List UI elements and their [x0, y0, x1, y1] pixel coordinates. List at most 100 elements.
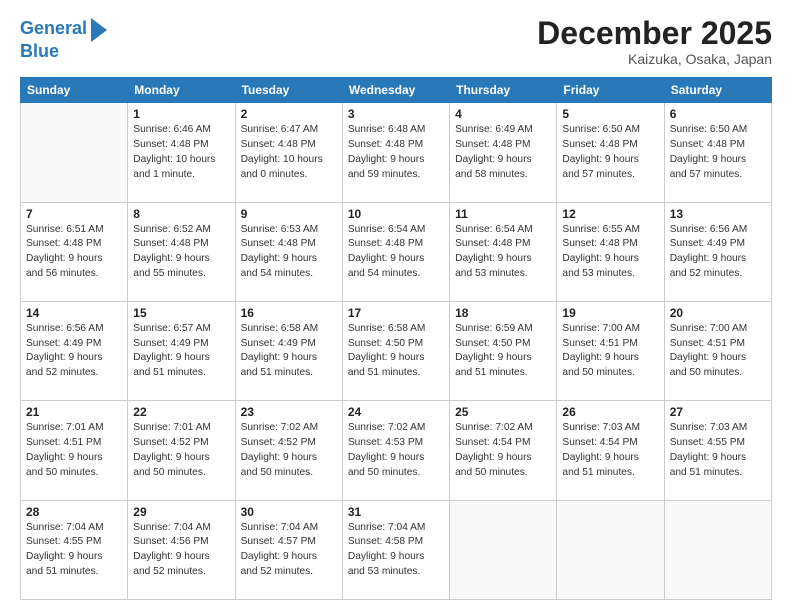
day-number: 22 [133, 405, 229, 419]
day-number: 24 [348, 405, 444, 419]
day-info: Sunrise: 7:04 AMSunset: 4:55 PMDaylight:… [26, 521, 122, 580]
weekday-header-sunday: Sunday [21, 78, 128, 103]
logo-text: General [20, 19, 87, 39]
calendar-cell: 31 Sunrise: 7:04 AMSunset: 4:58 PMDayligh… [342, 500, 449, 599]
weekday-header-row: SundayMondayTuesdayWednesdayThursdayFrid… [21, 78, 772, 103]
day-info: Sunrise: 6:54 AMSunset: 4:48 PMDaylight:… [348, 223, 444, 282]
weekday-header-friday: Friday [557, 78, 664, 103]
day-info: Sunrise: 7:02 AMSunset: 4:53 PMDaylight:… [348, 421, 444, 480]
weekday-header-saturday: Saturday [664, 78, 771, 103]
weekday-header-thursday: Thursday [450, 78, 557, 103]
calendar-cell: 19 Sunrise: 7:00 AMSunset: 4:51 PMDayligh… [557, 301, 664, 400]
day-info: Sunrise: 7:03 AMSunset: 4:54 PMDaylight:… [562, 421, 658, 480]
weekday-header-wednesday: Wednesday [342, 78, 449, 103]
calendar-cell [664, 500, 771, 599]
day-info: Sunrise: 6:58 AMSunset: 4:49 PMDaylight:… [241, 322, 337, 381]
day-info: Sunrise: 6:57 AMSunset: 4:49 PMDaylight:… [133, 322, 229, 381]
day-number: 8 [133, 207, 229, 221]
calendar-cell: 4 Sunrise: 6:49 AMSunset: 4:48 PMDaylight… [450, 103, 557, 202]
calendar-cell: 18 Sunrise: 6:59 AMSunset: 4:50 PMDayligh… [450, 301, 557, 400]
day-info: Sunrise: 6:59 AMSunset: 4:50 PMDaylight:… [455, 322, 551, 381]
calendar-cell: 6Sunrise: 6:50 AMSunset: 4:48 PMDaylight… [664, 103, 771, 202]
week-row-5: 28 Sunrise: 7:04 AMSunset: 4:55 PMDayligh… [21, 500, 772, 599]
day-number: 23 [241, 405, 337, 419]
calendar-cell: 10Sunrise: 6:54 AMSunset: 4:48 PMDayligh… [342, 202, 449, 301]
calendar-cell: 20Sunrise: 7:00 AMSunset: 4:51 PMDayligh… [664, 301, 771, 400]
day-number: 15 [133, 306, 229, 320]
page: General Blue December 2025 Kaizuka, Osak… [0, 0, 792, 612]
calendar-cell: 11Sunrise: 6:54 AMSunset: 4:48 PMDayligh… [450, 202, 557, 301]
logo: General Blue [20, 16, 107, 62]
day-info: Sunrise: 7:00 AMSunset: 4:51 PMDaylight:… [562, 322, 658, 381]
calendar-cell: 12Sunrise: 6:55 AMSunset: 4:48 PMDayligh… [557, 202, 664, 301]
day-number: 3 [348, 107, 444, 121]
day-number: 7 [26, 207, 122, 221]
calendar-cell: 29 Sunrise: 7:04 AMSunset: 4:56 PMDayligh… [128, 500, 235, 599]
calendar-cell: 3Sunrise: 6:48 AMSunset: 4:48 PMDaylight… [342, 103, 449, 202]
day-number: 13 [670, 207, 766, 221]
day-info: Sunrise: 6:46 AMSunset: 4:48 PMDaylight:… [133, 123, 229, 182]
day-number: 26 [562, 405, 658, 419]
day-number: 29 [133, 505, 229, 519]
day-number: 31 [348, 505, 444, 519]
day-info: Sunrise: 6:49 AMSunset: 4:48 PMDaylight:… [455, 123, 551, 182]
calendar-cell: 24 Sunrise: 7:02 AMSunset: 4:53 PMDayligh… [342, 401, 449, 500]
calendar-cell: 7 Sunrise: 6:51 AMSunset: 4:48 PMDaylight… [21, 202, 128, 301]
day-number: 16 [241, 306, 337, 320]
calendar-cell: 21Sunrise: 7:01 AMSunset: 4:51 PMDayligh… [21, 401, 128, 500]
header: General Blue December 2025 Kaizuka, Osak… [20, 16, 772, 67]
calendar-cell: 2Sunrise: 6:47 AMSunset: 4:48 PMDaylight… [235, 103, 342, 202]
calendar-cell: 23Sunrise: 7:02 AMSunset: 4:52 PMDayligh… [235, 401, 342, 500]
day-number: 21 [26, 405, 122, 419]
day-number: 27 [670, 405, 766, 419]
week-row-1: 1Sunrise: 6:46 AMSunset: 4:48 PMDaylight… [21, 103, 772, 202]
day-info: Sunrise: 6:56 AMSunset: 4:49 PMDaylight:… [26, 322, 122, 381]
calendar-cell: 14Sunrise: 6:56 AMSunset: 4:49 PMDayligh… [21, 301, 128, 400]
day-info: Sunrise: 6:58 AMSunset: 4:50 PMDaylight:… [348, 322, 444, 381]
day-number: 30 [241, 505, 337, 519]
day-info: Sunrise: 6:56 AMSunset: 4:49 PMDaylight:… [670, 223, 766, 282]
day-info: Sunrise: 7:01 AMSunset: 4:52 PMDaylight:… [133, 421, 229, 480]
day-number: 28 [26, 505, 122, 519]
logo-subtext: Blue [20, 42, 107, 62]
title-block: December 2025 Kaizuka, Osaka, Japan [537, 16, 772, 67]
day-number: 25 [455, 405, 551, 419]
day-info: Sunrise: 6:55 AMSunset: 4:48 PMDaylight:… [562, 223, 658, 282]
week-row-2: 7 Sunrise: 6:51 AMSunset: 4:48 PMDaylight… [21, 202, 772, 301]
calendar-body: 1Sunrise: 6:46 AMSunset: 4:48 PMDaylight… [21, 103, 772, 600]
day-number: 6 [670, 107, 766, 121]
calendar-cell [557, 500, 664, 599]
day-number: 4 [455, 107, 551, 121]
calendar-cell: 17 Sunrise: 6:58 AMSunset: 4:50 PMDayligh… [342, 301, 449, 400]
calendar-cell: 27Sunrise: 7:03 AMSunset: 4:55 PMDayligh… [664, 401, 771, 500]
calendar-cell: 30 Sunrise: 7:04 AMSunset: 4:57 PMDayligh… [235, 500, 342, 599]
day-number: 11 [455, 207, 551, 221]
day-info: Sunrise: 6:53 AMSunset: 4:48 PMDaylight:… [241, 223, 337, 282]
weekday-header-tuesday: Tuesday [235, 78, 342, 103]
day-number: 17 [348, 306, 444, 320]
calendar-cell: 13 Sunrise: 6:56 AMSunset: 4:49 PMDayligh… [664, 202, 771, 301]
day-info: Sunrise: 6:51 AMSunset: 4:48 PMDaylight:… [26, 223, 122, 282]
day-info: Sunrise: 7:04 AMSunset: 4:57 PMDaylight:… [241, 521, 337, 580]
day-number: 18 [455, 306, 551, 320]
day-number: 5 [562, 107, 658, 121]
calendar-cell: 26 Sunrise: 7:03 AMSunset: 4:54 PMDayligh… [557, 401, 664, 500]
logo-arrow-icon [91, 18, 107, 42]
weekday-header-monday: Monday [128, 78, 235, 103]
day-number: 20 [670, 306, 766, 320]
day-info: Sunrise: 7:02 AMSunset: 4:54 PMDaylight:… [455, 421, 551, 480]
day-number: 19 [562, 306, 658, 320]
calendar-cell: 25 Sunrise: 7:02 AMSunset: 4:54 PMDayligh… [450, 401, 557, 500]
month-title: December 2025 [537, 16, 772, 51]
day-info: Sunrise: 6:52 AMSunset: 4:48 PMDaylight:… [133, 223, 229, 282]
calendar-cell: 16 Sunrise: 6:58 AMSunset: 4:49 PMDayligh… [235, 301, 342, 400]
day-number: 2 [241, 107, 337, 121]
location: Kaizuka, Osaka, Japan [537, 51, 772, 67]
day-info: Sunrise: 7:04 AMSunset: 4:58 PMDaylight:… [348, 521, 444, 580]
calendar-cell: 22 Sunrise: 7:01 AMSunset: 4:52 PMDayligh… [128, 401, 235, 500]
calendar-cell: 8 Sunrise: 6:52 AMSunset: 4:48 PMDaylight… [128, 202, 235, 301]
calendar-cell: 5Sunrise: 6:50 AMSunset: 4:48 PMDaylight… [557, 103, 664, 202]
calendar-cell [450, 500, 557, 599]
week-row-4: 21Sunrise: 7:01 AMSunset: 4:51 PMDayligh… [21, 401, 772, 500]
day-info: Sunrise: 7:04 AMSunset: 4:56 PMDaylight:… [133, 521, 229, 580]
